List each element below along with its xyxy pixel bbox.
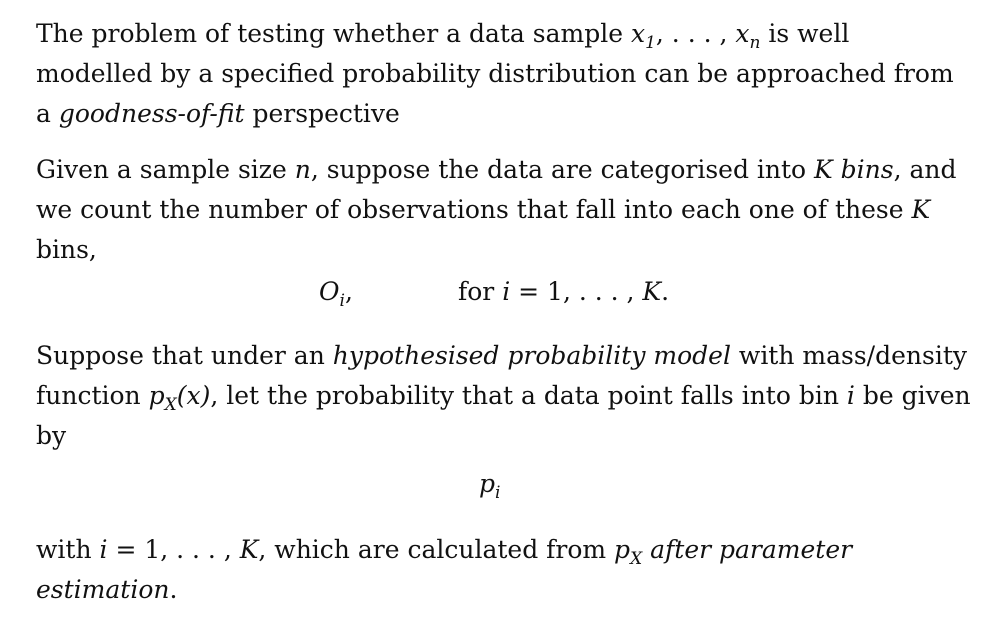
- equation-bin-probability: pi: [36, 456, 971, 514]
- text: .: [169, 575, 178, 604]
- math-n: n: [294, 155, 311, 184]
- paragraph-intro: The problem of testing whether a data sa…: [36, 14, 971, 134]
- emphasis-goodness-of-fit: goodness-of-fit: [58, 99, 245, 128]
- equation-observed-counts: Oi, for i = 1, . . . , K.: [36, 270, 971, 318]
- text: Given a sample size: [36, 155, 295, 184]
- math-i: i: [99, 535, 108, 564]
- text: , which are calculated from: [258, 535, 615, 564]
- math-range: = 1, . . . ,: [107, 535, 240, 564]
- math-K: K: [911, 195, 931, 224]
- math-index-range: for i = 1, . . . , K.: [458, 277, 670, 306]
- math-K: K: [239, 535, 259, 564]
- paragraph-hypothesised-model: Suppose that under an hypothesised proba…: [36, 336, 971, 456]
- math-pX: pX: [614, 535, 643, 569]
- math-O-i: Oi,: [319, 277, 353, 311]
- text: , suppose the data are categorised into: [310, 155, 815, 184]
- text: , let the probability that a data point …: [210, 381, 847, 410]
- paragraph-estimation: with i = 1, . . . , K, which are calcula…: [36, 530, 971, 610]
- text: The problem of testing whether a data sa…: [36, 19, 631, 48]
- math-xn: xn: [735, 19, 761, 53]
- text: bins,: [36, 235, 97, 264]
- paragraph-bins: Given a sample size n, suppose the data …: [36, 150, 971, 270]
- math-ellipsis: , . . . ,: [655, 19, 736, 48]
- text: Suppose that under an: [36, 341, 333, 370]
- document-body: The problem of testing whether a data sa…: [36, 14, 971, 610]
- math-x1: x1: [630, 19, 656, 53]
- text: perspective: [244, 99, 400, 128]
- math-pX-x: pX(x): [148, 381, 211, 415]
- emphasis-k-bins: K bins: [814, 155, 894, 184]
- text: with: [36, 535, 100, 564]
- emphasis-hypothesised-model: hypothesised probability model: [332, 341, 731, 370]
- math-p-i: pi: [479, 469, 501, 503]
- math-i: i: [846, 381, 855, 410]
